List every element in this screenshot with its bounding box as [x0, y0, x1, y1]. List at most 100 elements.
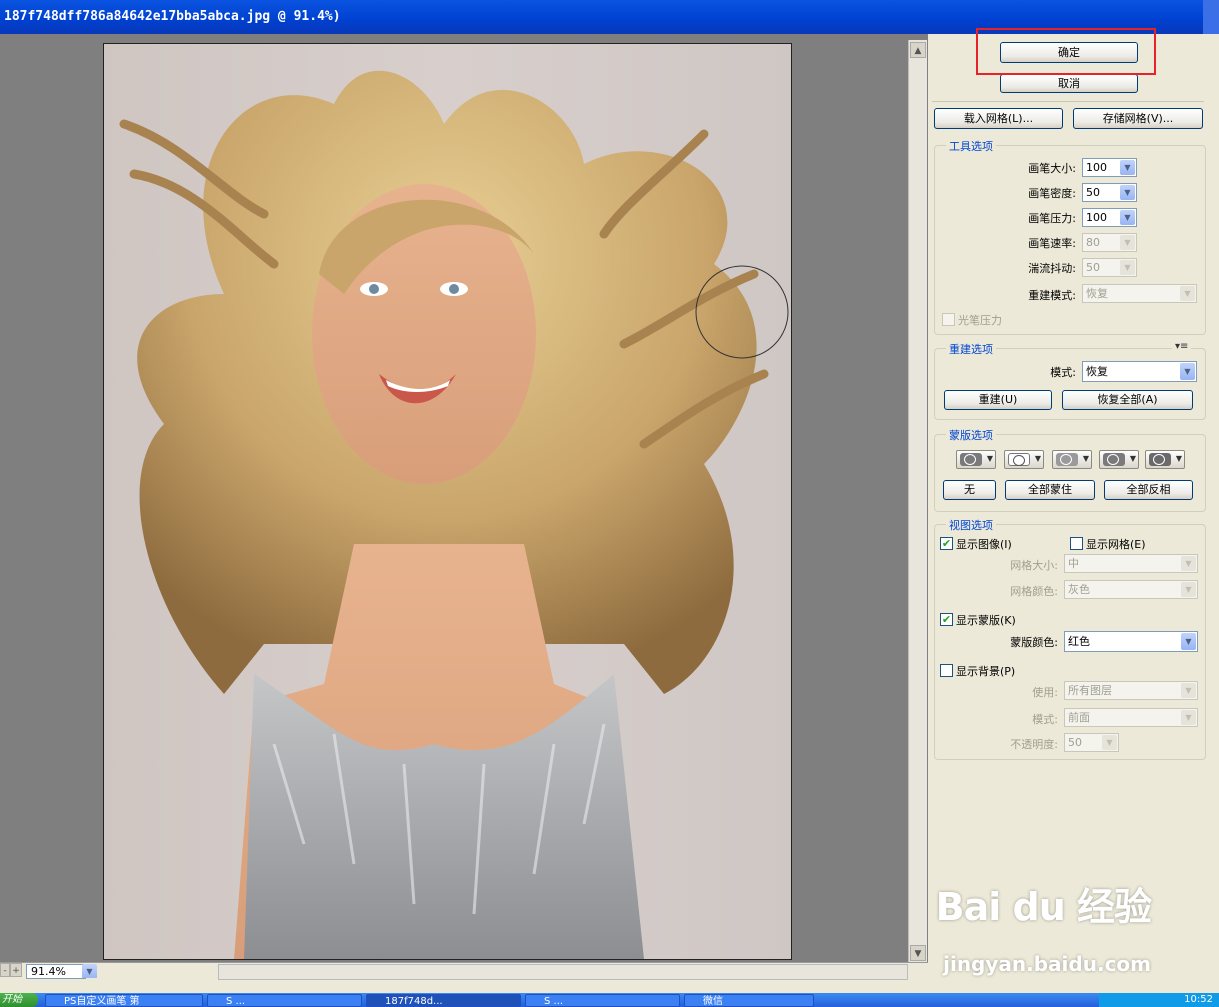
reconstruct-mode-value: 恢复 — [1086, 287, 1108, 300]
mask-all-button[interactable]: 全部蒙住 — [1005, 480, 1095, 500]
reconstruct-mode-selected: 恢复 — [1086, 365, 1108, 378]
chevron-down-icon: ▼ — [82, 964, 97, 978]
reconstruct-button[interactable]: 重建(U) — [944, 390, 1052, 410]
opacity-value: 50 — [1068, 736, 1082, 749]
tool-options-title: 工具选项 — [946, 138, 996, 154]
backdrop-mode-select: 前面 ▼ — [1064, 708, 1198, 727]
brush-size-field[interactable]: 100 ▼ — [1082, 158, 1137, 177]
scroll-up-icon[interactable]: ▲ — [910, 42, 926, 58]
vertical-scrollbar[interactable]: ▲ ▼ — [908, 40, 927, 962]
status-bar: - + 91.4% ▼ — [0, 962, 928, 980]
chevron-down-icon[interactable]: ▼ — [1181, 633, 1196, 650]
brush-rate-value: 80 — [1086, 236, 1100, 249]
mask-intersect-button[interactable]: ▼ — [1099, 450, 1139, 469]
chevron-down-icon: ▼ — [1102, 735, 1117, 750]
show-backdrop-label: 显示背景(P) — [956, 665, 1016, 678]
show-mask-checkbox[interactable]: ✔ — [940, 613, 953, 626]
brush-density-label: 画笔密度: — [1028, 187, 1076, 200]
turbulent-jitter-value: 50 — [1086, 261, 1100, 274]
chevron-down-icon[interactable]: ▼ — [1120, 185, 1135, 200]
triangle-down-icon: ▼ — [986, 454, 993, 463]
cancel-button[interactable]: 取消 — [1000, 74, 1138, 93]
chevron-down-icon: ▼ — [1181, 683, 1196, 698]
chevron-down-icon[interactable]: ▼ — [1180, 363, 1195, 380]
show-image-checkbox[interactable]: ✔ — [940, 537, 953, 550]
brush-size-value: 100 — [1086, 161, 1107, 174]
show-backdrop-checkbox[interactable] — [940, 664, 953, 677]
clock: 10:52 — [1184, 994, 1213, 1005]
mask-invert-button[interactable]: ▼ — [1145, 450, 1185, 469]
zoom-dropdown[interactable]: ▼ — [80, 963, 98, 978]
mask-options-group — [934, 434, 1206, 512]
mask-none-button[interactable]: 无 — [943, 480, 996, 500]
chevron-down-icon: ▼ — [1120, 235, 1135, 250]
invert-all-button[interactable]: 全部反相 — [1104, 480, 1193, 500]
preview-canvas[interactable] — [103, 43, 792, 960]
zoom-in-button[interactable]: + — [10, 963, 22, 977]
zoom-level-field[interactable]: 91.4% — [26, 964, 86, 979]
window-controls[interactable] — [1203, 0, 1219, 34]
reconstruct-mode-label: 重建模式: — [1028, 289, 1076, 302]
reconstruct-mode-dropdown[interactable]: 恢复 ▼ — [1082, 361, 1197, 382]
triangle-down-icon: ▼ — [1082, 454, 1089, 463]
taskbar-item[interactable]: S ... — [207, 994, 362, 1007]
brush-size-label: 画笔大小: — [1028, 162, 1076, 175]
load-mesh-button[interactable]: 载入网格(L)... — [934, 108, 1063, 129]
view-options-title: 视图选项 — [946, 517, 996, 533]
backdrop-mode-value: 前面 — [1068, 711, 1090, 724]
use-label: 使用: — [1032, 686, 1058, 699]
mesh-color-label: 网格颜色: — [1010, 585, 1058, 598]
mask-replace-button[interactable]: ▼ — [956, 450, 996, 469]
mask-add-button[interactable]: ▼ — [1004, 450, 1044, 469]
mask-color-select[interactable]: 红色 ▼ — [1064, 631, 1198, 652]
stylus-pressure-checkbox — [942, 313, 955, 326]
use-select: 所有图层 ▼ — [1064, 681, 1198, 700]
mask-color-value: 红色 — [1068, 635, 1090, 648]
chevron-down-icon[interactable]: ▼ — [1120, 210, 1135, 225]
use-value: 所有图层 — [1068, 684, 1112, 697]
save-mesh-button[interactable]: 存储网格(V)... — [1073, 108, 1203, 129]
chevron-down-icon: ▼ — [1181, 556, 1196, 571]
reconstruct-options-title: 重建选项 — [946, 341, 996, 357]
panel-menu-icon[interactable]: ▾≡ — [1172, 341, 1192, 352]
brush-pressure-label: 画笔压力: — [1028, 212, 1076, 225]
horizontal-scrollbar[interactable] — [218, 964, 908, 980]
brush-density-value: 50 — [1086, 186, 1100, 199]
show-image-label: 显示图像(I) — [956, 538, 1012, 551]
triangle-down-icon: ▼ — [1129, 454, 1136, 463]
watermark-url: jingyan.baidu.com — [943, 952, 1151, 976]
mask-subtract-button[interactable]: ▼ — [1052, 450, 1092, 469]
show-mesh-checkbox[interactable] — [1070, 537, 1083, 550]
taskbar-item[interactable]: 微信 — [684, 994, 814, 1007]
chevron-down-icon: ▼ — [1120, 260, 1135, 275]
show-mask-label: 显示蒙版(K) — [956, 614, 1016, 627]
brush-pressure-field[interactable]: 100 ▼ — [1082, 208, 1137, 227]
system-tray: 10:52 — [1099, 993, 1219, 1007]
stylus-pressure-label: 光笔压力 — [958, 314, 1002, 327]
restore-all-button[interactable]: 恢复全部(A) — [1062, 390, 1193, 410]
turbulent-jitter-label: 湍流抖动: — [1028, 262, 1076, 275]
opacity-label: 不透明度: — [1010, 738, 1058, 751]
mesh-size-value: 中 — [1068, 557, 1079, 570]
taskbar-item[interactable]: PS自定义画笔 第 — [45, 994, 203, 1007]
opacity-field: 50 ▼ — [1064, 733, 1119, 752]
taskbar-item[interactable]: 187f748d... — [366, 994, 521, 1007]
divider — [932, 101, 1204, 102]
brush-rate-label: 画笔速率: — [1028, 237, 1076, 250]
baidu-logo-watermark: Bai du 经验 — [935, 885, 1152, 929]
mask-options-title: 蒙版选项 — [946, 427, 996, 443]
liquified-photo — [119, 70, 789, 959]
start-button[interactable]: 开始 — [0, 993, 38, 1007]
brush-density-field[interactable]: 50 ▼ — [1082, 183, 1137, 202]
chevron-down-icon: ▼ — [1181, 582, 1196, 597]
taskbar-item[interactable]: S ... — [525, 994, 680, 1007]
mesh-color-select: 灰色 ▼ — [1064, 580, 1198, 599]
mesh-color-value: 灰色 — [1068, 583, 1090, 596]
chevron-down-icon: ▼ — [1181, 710, 1196, 725]
scroll-down-icon[interactable]: ▼ — [910, 945, 926, 961]
backdrop-mode-label: 模式: — [1032, 713, 1058, 726]
show-mesh-label: 显示网格(E) — [1086, 538, 1146, 551]
zoom-out-button[interactable]: - — [0, 963, 10, 977]
window-title: 187f748dff786a84642e17bba5abca.jpg @ 91.… — [4, 9, 341, 24]
chevron-down-icon[interactable]: ▼ — [1120, 160, 1135, 175]
